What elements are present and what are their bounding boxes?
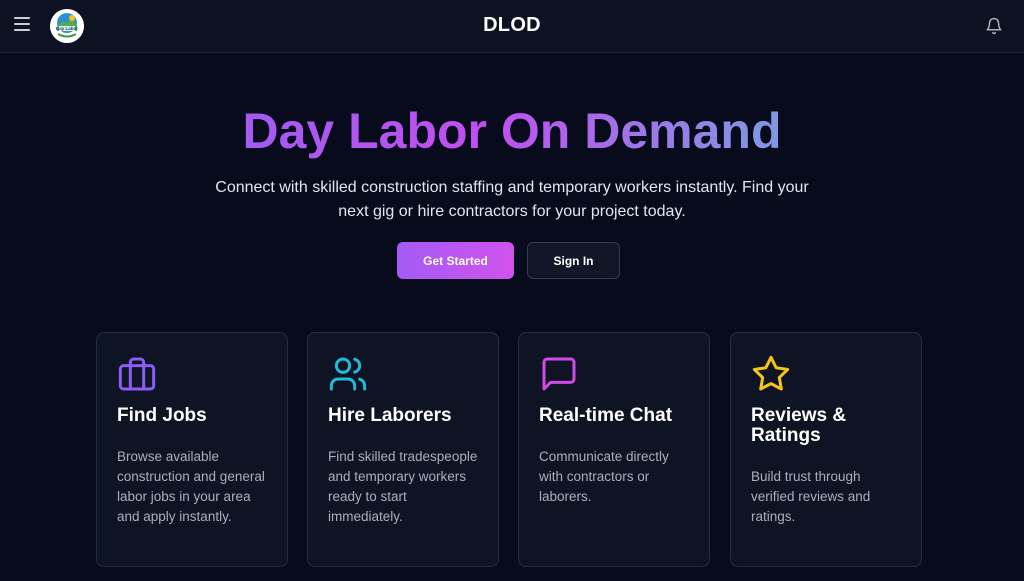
feature-card-hire-laborers: Hire Laborers Find skilled tradespeople …	[307, 332, 499, 567]
feature-title: Find Jobs	[117, 405, 207, 426]
message-square-icon	[539, 354, 579, 394]
logo-image: Day Labor	[50, 9, 84, 43]
feature-card-reviews-ratings: Reviews & Ratings Build trust through ve…	[730, 332, 922, 567]
notifications-bell-icon[interactable]	[985, 16, 1003, 36]
hero-title-text: Day Labor On Demand	[242, 103, 782, 159]
star-icon	[751, 354, 791, 394]
feature-description: Find skilled tradespeople and temporary …	[328, 449, 478, 524]
sign-in-button[interactable]: Sign In	[527, 242, 620, 279]
feature-description: Browse available construction and genera…	[117, 449, 265, 524]
feature-description: Communicate directly with contractors or…	[539, 449, 669, 504]
briefcase-icon	[117, 354, 157, 394]
feature-title: Reviews & Ratings	[751, 405, 847, 446]
hero-title: Day Labor On Demand	[0, 100, 1024, 162]
hero-subtitle: Connect with skilled construction staffi…	[215, 179, 809, 220]
app-title: DLOD	[483, 14, 541, 36]
feature-card-real-time-chat: Real-time Chat Communicate directly with…	[518, 332, 710, 567]
hamburger-menu-icon[interactable]	[14, 17, 32, 33]
feature-title: Hire Laborers	[328, 405, 452, 426]
app-logo[interactable]: Day Labor	[50, 9, 84, 43]
feature-description: Build trust through verified reviews and…	[751, 469, 871, 524]
top-navigation-bar: Day Labor DLOD	[0, 0, 1024, 53]
logo-text: Day Labor	[56, 26, 78, 31]
users-icon	[328, 354, 368, 394]
feature-title: Real-time Chat	[539, 405, 673, 426]
feature-card-find-jobs: Find Jobs Browse available construction …	[96, 332, 288, 567]
get-started-button[interactable]: Get Started	[397, 242, 514, 279]
